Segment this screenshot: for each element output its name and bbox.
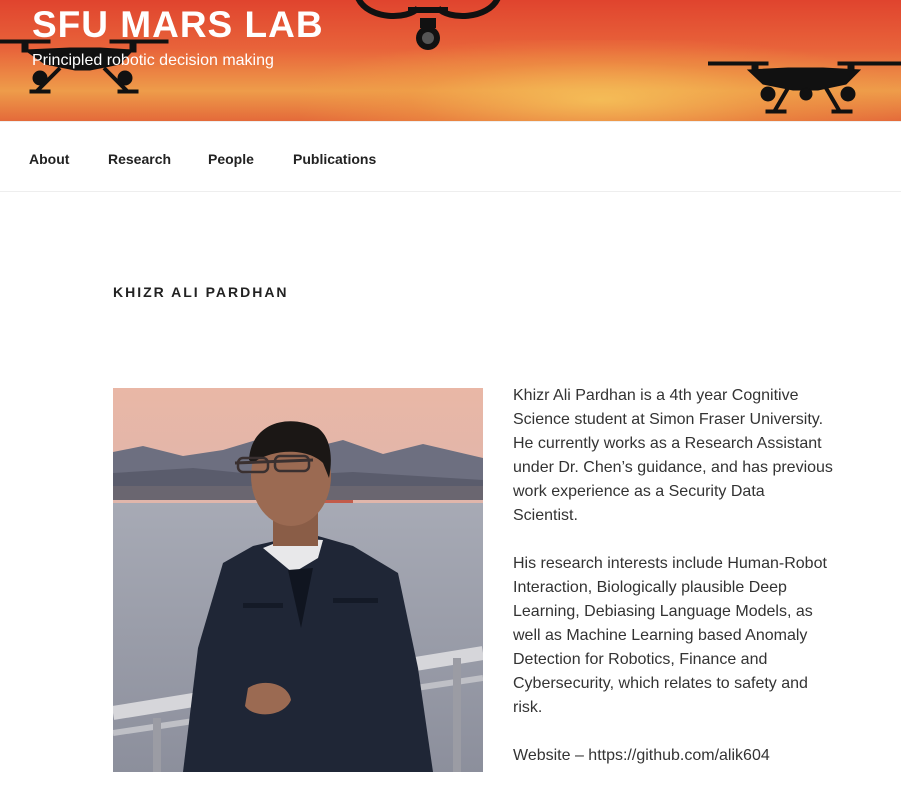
site-header: SFU MARS LAB Principled robotic decision…: [0, 0, 901, 121]
website-link[interactable]: Website – https://github.com/alik604: [513, 744, 833, 768]
nav-item-publications[interactable]: Publications: [293, 150, 376, 168]
site-title[interactable]: SFU MARS LAB: [32, 3, 324, 47]
main-navigation: About Research People Publications: [0, 121, 901, 192]
bio-paragraph-1: Khizr Ali Pardhan is a 4th year Cognitiv…: [513, 387, 833, 524]
profile-photo-illustration: [113, 388, 483, 772]
nav-item-people[interactable]: People: [208, 150, 254, 168]
page-title: KHIZR ALI PARDHAN: [113, 284, 289, 300]
nav-item-about[interactable]: About: [29, 150, 69, 168]
profile-photo: [113, 388, 483, 772]
bio-paragraph-2: His research interests include Human-Rob…: [513, 555, 827, 716]
nav-item-research[interactable]: Research: [108, 150, 171, 168]
drone-icon: [355, 0, 501, 50]
drone-icon: [708, 61, 901, 114]
site-tagline: Principled robotic decision making: [32, 52, 274, 69]
bio-text: Khizr Ali Pardhan is a 4th year Cognitiv…: [513, 384, 833, 792]
